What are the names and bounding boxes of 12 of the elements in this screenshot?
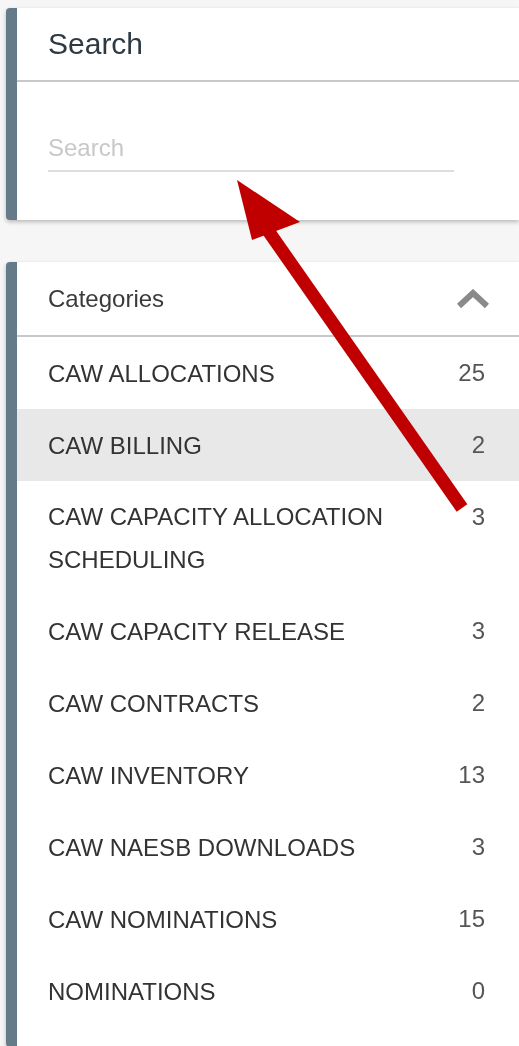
category-item[interactable]: CAW NOMINATIONS 15 (17, 883, 519, 955)
category-item[interactable]: CAW ALLOCATIONS 25 (17, 337, 519, 409)
panel-title: Search (48, 27, 144, 61)
category-item[interactable]: CAW CAPACITY ALLOCATION SCHEDULING 3 (17, 481, 519, 595)
chevron-up-icon[interactable] (457, 288, 489, 309)
panel-title: Categories (48, 284, 165, 313)
category-item[interactable]: CAW NAESB DOWNLOADS 3 (17, 811, 519, 883)
category-item[interactable]: CAW BILLING 2 (17, 409, 519, 481)
category-item[interactable]: CAW CONTRACTS 2 (17, 667, 519, 739)
category-item[interactable]: CAW INVENTORY 13 (17, 739, 519, 811)
category-item[interactable]: NOMINATIONS 0 (17, 955, 519, 1027)
category-item[interactable]: CAW CAPACITY RELEASE 3 (17, 595, 519, 667)
